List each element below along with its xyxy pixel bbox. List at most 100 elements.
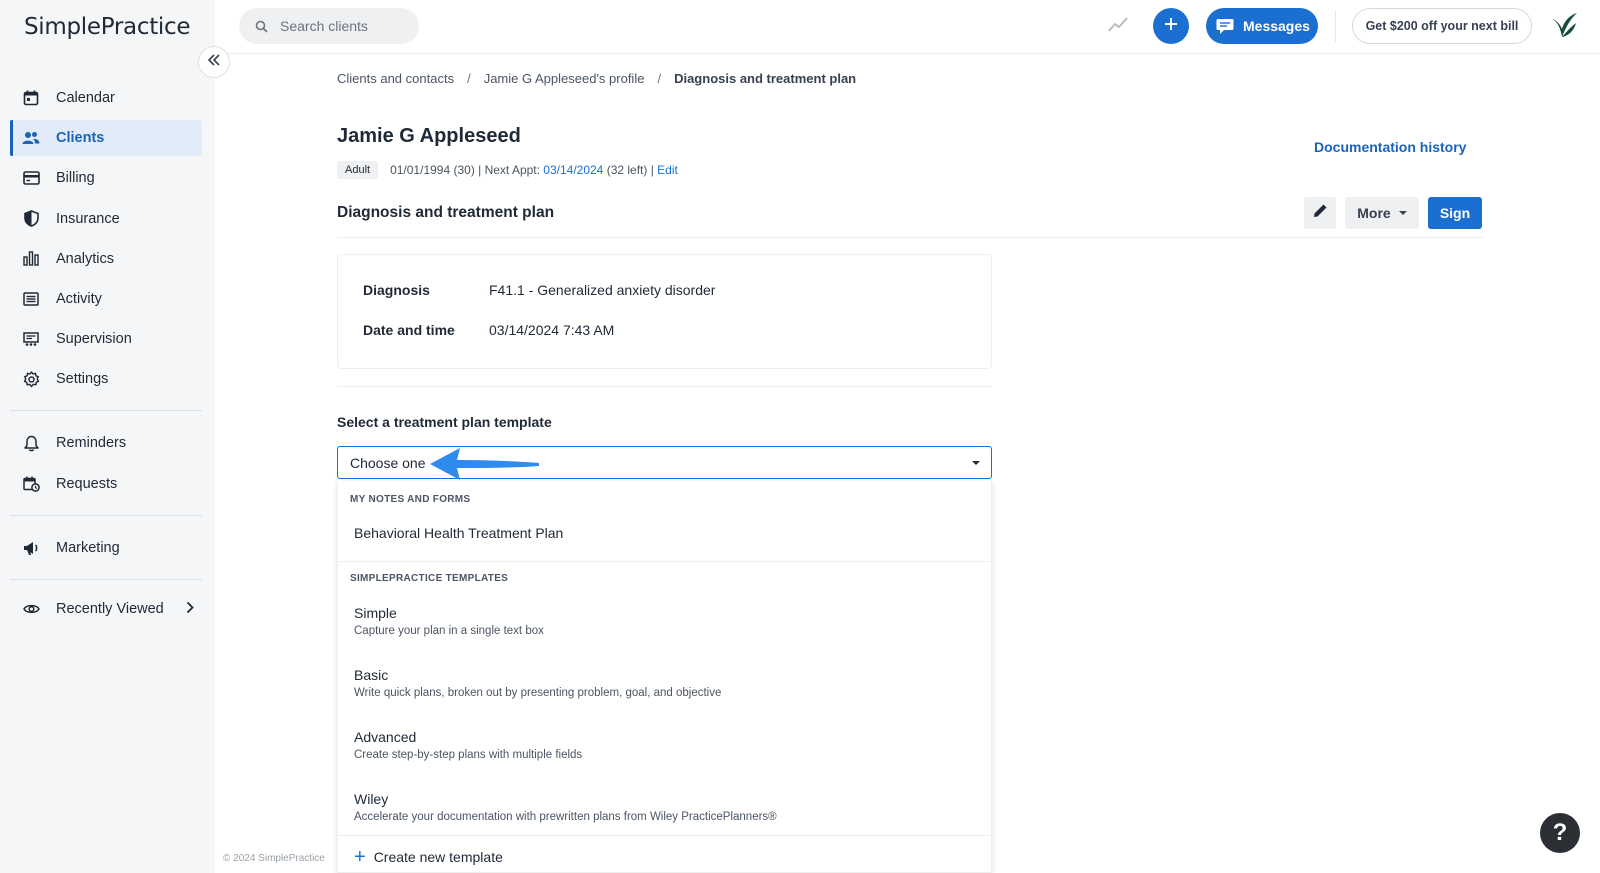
breadcrumb-separator: / (467, 71, 471, 86)
sidebar-item-supervision[interactable]: Supervision (10, 321, 202, 357)
template-option-desc: Accelerate your documentation with prewr… (354, 811, 777, 823)
sidebar-item-marketing[interactable]: Marketing (10, 530, 202, 566)
documentation-history-link[interactable]: Documentation history (1314, 139, 1466, 155)
caret-down-icon (1398, 211, 1407, 215)
people-icon (22, 129, 40, 147)
eye-icon (22, 600, 40, 618)
dropdown-divider (338, 835, 991, 836)
template-option-name: Simple (354, 605, 397, 621)
credit-card-icon (22, 169, 40, 187)
list-icon (22, 290, 40, 308)
diagnosis-card: Diagnosis F41.1 - Generalized anxiety di… (337, 254, 992, 369)
client-name: Jamie G Appleseed (337, 125, 521, 147)
create-template-button[interactable]: + Create new template (354, 847, 503, 867)
sidebar-item-reminders[interactable]: Reminders (10, 425, 202, 461)
template-option-name: Behavioral Health Treatment Plan (354, 525, 564, 541)
dropdown-group-title: SIMPLEPRACTICE TEMPLATES (350, 573, 509, 584)
sidebar-item-label: Requests (56, 475, 118, 492)
gear-icon (22, 370, 40, 388)
appts-left: (32 left) | (603, 163, 658, 177)
template-option[interactable]: Wiley Accelerate your documentation with… (354, 791, 777, 823)
section-title: Diagnosis and treatment plan (337, 204, 555, 221)
create-template-label: Create new template (373, 849, 503, 865)
breadcrumb-link[interactable]: Jamie G Appleseed's profile (484, 71, 645, 86)
datetime-key: Date and time (363, 322, 455, 338)
sidebar-item-requests[interactable]: Requests (10, 466, 202, 502)
sidebar-item-label: Analytics (56, 250, 115, 267)
help-button[interactable]: ? (1540, 813, 1580, 853)
diagnosis-key: Diagnosis (363, 282, 430, 298)
template-option-desc: Create step-by-step plans with multiple … (354, 749, 583, 761)
more-dropdown-button[interactable]: More (1345, 197, 1419, 229)
supervision-icon (22, 330, 40, 348)
sidebar-item-label: Supervision (56, 331, 132, 348)
sidebar-item-label: Reminders (56, 435, 127, 452)
sign-button[interactable]: Sign (1428, 197, 1482, 229)
double-chevron-left-icon (207, 53, 221, 71)
app-logo[interactable]: SimplePractice (24, 14, 191, 40)
sidebar-item-label: Clients (56, 130, 105, 147)
sidebar-item-activity[interactable]: Activity (10, 281, 202, 317)
sidebar-item-label: Settings (56, 371, 109, 388)
template-option[interactable]: Simple Capture your plan in a single tex… (354, 605, 544, 637)
sidebar: SimplePractice Calendar Clients Billing … (0, 0, 215, 873)
sidebar-divider (10, 514, 202, 516)
sidebar-item-label: Calendar (56, 90, 115, 106)
sidebar-item-billing[interactable]: Billing (10, 160, 202, 196)
sidebar-item-label: Recently Viewed (56, 600, 164, 617)
template-option-desc: Capture your plan in a single text box (354, 625, 544, 637)
bar-chart-icon (22, 250, 40, 268)
breadcrumb: Clients and contacts / Jamie G Appleseed… (337, 71, 856, 86)
breadcrumb-separator: / (657, 71, 662, 86)
sidebar-item-insurance[interactable]: Insurance (10, 201, 202, 237)
breadcrumb-link[interactable]: Clients and contacts (337, 71, 454, 86)
breadcrumb-current: Diagnosis and treatment plan (674, 71, 857, 86)
chevron-right-icon (186, 601, 194, 618)
messages-label: Messages (1243, 18, 1310, 34)
header-divider (337, 237, 1483, 238)
datetime-row: Date and time 03/14/2024 7:43 AM (363, 322, 614, 338)
more-label: More (1357, 205, 1391, 221)
sidebar-item-clients[interactable]: Clients (10, 120, 202, 157)
brand-leaf-icon[interactable] (1548, 11, 1578, 46)
search-input[interactable]: Search clients (239, 8, 419, 44)
sidebar-divider (10, 410, 202, 412)
sidebar-item-analytics[interactable]: Analytics (10, 241, 202, 277)
template-select-label: Select a treatment plan template (337, 414, 552, 430)
copyright-text: © 2024 SimplePractice (223, 853, 325, 864)
next-appt-link[interactable]: 03/14/2024 (543, 163, 603, 177)
messages-button[interactable]: Messages (1206, 8, 1318, 44)
diagnosis-value: F41.1 - Generalized anxiety disorder (489, 282, 716, 298)
template-option-desc: Write quick plans, broken out by present… (354, 687, 722, 699)
chat-bubble-icon (1216, 18, 1234, 35)
card-divider (337, 386, 992, 387)
template-option-name: Basic (354, 667, 389, 683)
sidebar-item-settings[interactable]: Settings (10, 361, 202, 397)
calendar-request-icon (22, 475, 40, 493)
edit-client-link[interactable]: Edit (657, 163, 678, 177)
template-option[interactable]: Behavioral Health Treatment Plan (354, 525, 563, 541)
search-icon (255, 20, 268, 33)
megaphone-icon (22, 539, 40, 557)
trend-icon[interactable] (1107, 14, 1129, 41)
collapse-sidebar-button[interactable] (198, 46, 230, 78)
promo-button[interactable]: Get $200 off your next bill (1352, 8, 1532, 44)
topbar-divider (1335, 10, 1336, 42)
datetime-value: 03/14/2024 7:43 AM (489, 322, 615, 338)
diagnosis-row: Diagnosis F41.1 - Generalized anxiety di… (363, 282, 715, 298)
caret-down-icon (972, 461, 980, 465)
sidebar-item-label: Insurance (56, 210, 120, 227)
client-type-badge: Adult (337, 161, 379, 179)
sidebar-item-label: Billing (56, 170, 95, 187)
client-meta: Adult 01/01/1994 (30) | Next Appt: 03/14… (337, 161, 678, 179)
template-option[interactable]: Advanced Create step-by-step plans with … (354, 729, 582, 761)
dropdown-divider (338, 561, 991, 562)
edit-button[interactable] (1304, 197, 1336, 229)
sidebar-item-recently-viewed[interactable]: Recently Viewed (10, 591, 202, 627)
sidebar-item-label: Activity (56, 290, 102, 307)
template-option[interactable]: Basic Write quick plans, broken out by p… (354, 667, 721, 699)
template-option-name: Wiley (354, 791, 389, 807)
shield-icon (22, 210, 40, 228)
add-button[interactable] (1153, 8, 1189, 44)
sidebar-item-calendar[interactable]: Calendar (10, 80, 202, 116)
